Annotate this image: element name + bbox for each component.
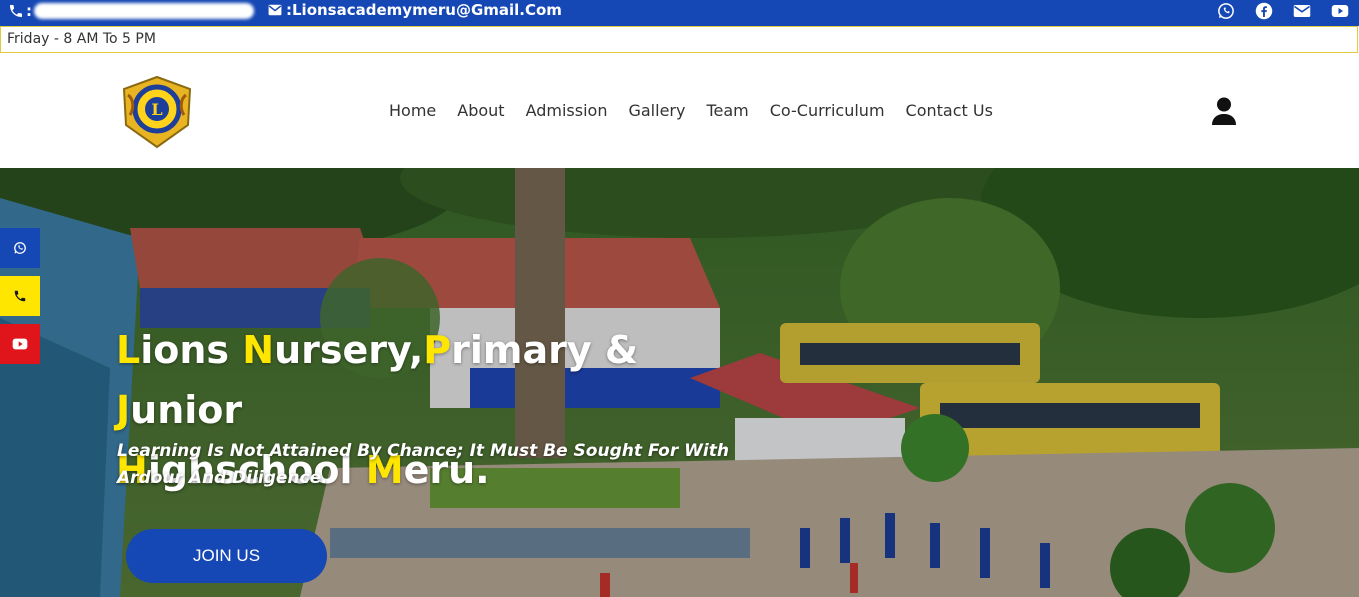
social-links: [1217, 2, 1349, 20]
whatsapp-icon[interactable]: [1217, 2, 1235, 20]
youtube-icon: [12, 338, 28, 350]
floating-whatsapp-button[interactable]: [0, 228, 40, 268]
mail-icon: [268, 4, 282, 16]
nav-gallery[interactable]: Gallery: [628, 101, 685, 120]
redacted-phone-number: [34, 3, 254, 19]
site-header: L Home About Admission Gallery Team Co-C…: [0, 53, 1359, 168]
title-word: Nursery,: [242, 328, 424, 372]
title-word: Primary &: [423, 328, 639, 372]
user-account-icon[interactable]: [1211, 97, 1237, 125]
phone-icon: [10, 5, 22, 17]
youtube-icon[interactable]: [1331, 2, 1349, 20]
nav-home[interactable]: Home: [389, 101, 436, 120]
nav-team[interactable]: Team: [706, 101, 748, 120]
title-word: Junior: [116, 388, 243, 432]
lions-logo[interactable]: L: [120, 75, 194, 149]
nav-co-curriculum[interactable]: Co-Curriculum: [770, 101, 885, 120]
title-word: Lions: [116, 328, 243, 372]
nav-contact-us[interactable]: Contact Us: [906, 101, 993, 120]
floating-youtube-button[interactable]: [0, 324, 40, 364]
opening-hours-ticker: Friday - 8 AM To 5 PM: [0, 26, 1358, 53]
nav-about[interactable]: About: [457, 101, 504, 120]
floating-phone-button[interactable]: [0, 276, 40, 316]
phone-icon: [14, 290, 26, 302]
nav-admission[interactable]: Admission: [526, 101, 608, 120]
email-contact[interactable]: :Lionsacademymeru@Gmail.Com: [268, 1, 562, 19]
mail-icon[interactable]: [1293, 2, 1311, 20]
join-us-button[interactable]: JOIN US: [126, 529, 327, 583]
top-contact-bar: : :Lionsacademymeru@Gmail.Com: [0, 0, 1359, 26]
hero-banner: Lions Nursery,Primary & Junior Highschool…: [0, 168, 1359, 597]
whatsapp-icon: [14, 242, 26, 254]
phone-contact[interactable]: :: [8, 2, 254, 20]
opening-hours-text: Friday - 8 AM To 5 PM: [7, 31, 156, 47]
facebook-icon[interactable]: [1255, 2, 1273, 20]
hero-subtitle: Learning Is Not Attained By Chance; It M…: [117, 441, 729, 488]
svg-text:L: L: [151, 100, 162, 119]
main-navigation: Home About Admission Gallery Team Co-Cur…: [389, 101, 993, 120]
email-text: :Lionsacademymeru@Gmail.Com: [286, 1, 562, 19]
